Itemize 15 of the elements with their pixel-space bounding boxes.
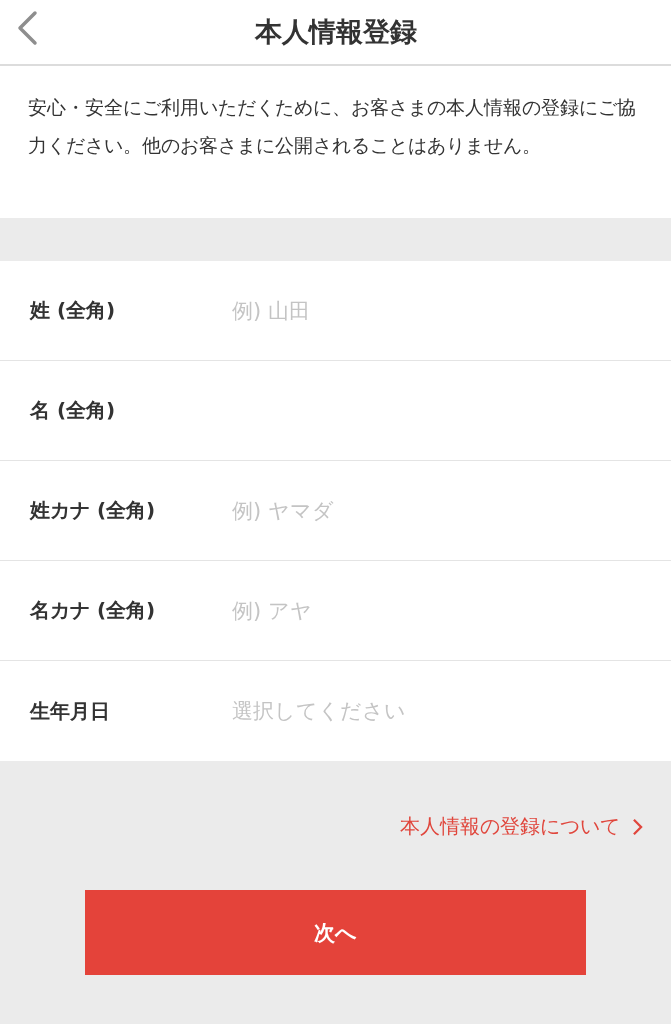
field-label: 生年月日 xyxy=(28,697,111,725)
field-label: 名カナ (全角) xyxy=(29,597,157,624)
input-field[interactable]: 選択してください xyxy=(232,691,651,731)
input-field[interactable]: 例) ヤマダ xyxy=(232,490,651,531)
next-button[interactable]: 次へ xyxy=(85,890,586,975)
info-link[interactable]: 本人情報の登録について xyxy=(400,813,643,840)
chevron-right-icon xyxy=(632,817,643,836)
intro-text: 安心・安全にご利用いただくために、お客さまの本人情報の登録にご協力ください。他のお客さまに公開されることはありません。 xyxy=(0,66,671,218)
input-field[interactable]: 例) アヤ xyxy=(232,590,651,631)
field-label: 名 (全角) xyxy=(29,397,117,424)
field-label: 姓カナ (全角) xyxy=(28,497,157,524)
field-label: 姓 (全角) xyxy=(28,297,117,324)
page-title: 本人情報登録 xyxy=(254,15,417,49)
input-field[interactable]: 例) 山田 xyxy=(232,290,651,331)
back-chevron-icon[interactable] xyxy=(15,10,39,46)
